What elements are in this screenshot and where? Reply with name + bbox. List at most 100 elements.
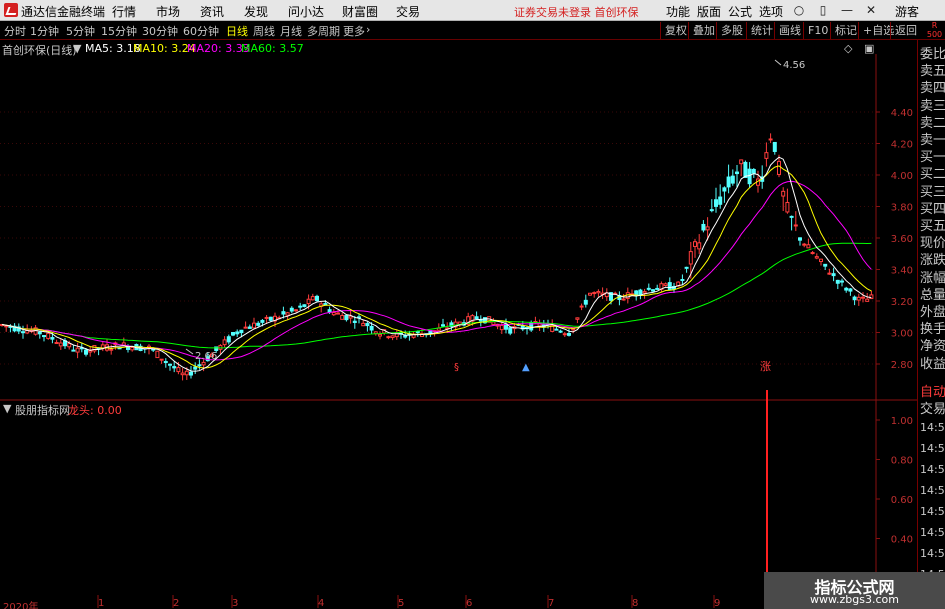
candle-body: [193, 366, 198, 370]
side-lower-item[interactable]: 自动: [920, 384, 945, 401]
kline-chart[interactable]: 4.56 2.66 4.40 4.20 4.00 3.80 3.60 3.40 3.20 3.…: [0, 40, 917, 608]
x-label-9: 9: [714, 598, 721, 609]
price-tick-label: 3.00: [891, 329, 913, 340]
candle-body: [831, 273, 836, 277]
mark-button[interactable]: 标记: [830, 22, 861, 39]
mobile-icon[interactable]: ▯: [814, 2, 832, 18]
multi-stock-button[interactable]: 多股: [716, 22, 747, 39]
tab-more[interactable]: 更多: [343, 23, 365, 39]
candle-body: [260, 319, 265, 323]
side-item: 买五: [920, 219, 945, 234]
candle-body: [50, 337, 55, 340]
side-item: 换手: [920, 322, 945, 338]
price-axis: 4.40 4.20 4.00 3.80 3.60 3.40 3.20 3.00 2.80: [876, 108, 913, 371]
chevron-right-icon[interactable]: ›: [366, 23, 370, 36]
candle-body: [348, 315, 353, 319]
order-book-panel: 委比 卖五 卖四 卖三 卖二 卖一 买一 买二 买三 买四 买五 现价 涨跌 涨幅 总量 外盘 换手 净资 收益 自动…: [917, 40, 945, 605]
indicator-value: 龙头: 0.00: [68, 404, 122, 417]
candle-body: [155, 350, 160, 359]
candle-body: [852, 296, 857, 301]
candle-body: [239, 329, 244, 334]
candle-body: [693, 241, 697, 247]
high-pointer: [774, 59, 782, 66]
indicator-tick-label: 0.40: [891, 535, 913, 546]
menu-options[interactable]: 选项: [759, 3, 783, 20]
menu-trade[interactable]: 交易: [396, 3, 420, 20]
candle-body: [730, 175, 735, 184]
candle-body: [844, 287, 849, 291]
tab-intraday[interactable]: 分时: [4, 23, 26, 39]
tick-time: 14:56: [920, 442, 945, 455]
signal-marker-1: §: [454, 362, 459, 373]
tab-daily[interactable]: 日线: [226, 23, 248, 39]
tab-weekly[interactable]: 周线: [253, 23, 275, 39]
candle-body: [331, 311, 336, 316]
overlay-button[interactable]: 叠加: [688, 22, 719, 39]
candle-body: [562, 333, 567, 336]
indicator-tick-label: 1.00: [891, 416, 913, 427]
r-badge[interactable]: R 500: [924, 21, 945, 40]
menu-news[interactable]: 资讯: [200, 3, 224, 20]
menu-formula[interactable]: 公式: [728, 3, 752, 20]
candle-body: [735, 171, 739, 175]
headset-icon[interactable]: ○: [790, 2, 808, 18]
tab-5min[interactable]: 5分钟: [66, 23, 95, 39]
tab-multi-period[interactable]: 多周期: [307, 23, 340, 39]
rise-marker: 涨: [760, 360, 771, 373]
candle-body: [718, 196, 723, 205]
ma5-line: [1, 156, 872, 372]
candle-body: [697, 242, 702, 250]
signal-marker-2: ▲: [522, 362, 530, 373]
guest-label[interactable]: 游客: [895, 3, 919, 20]
candle-body: [848, 288, 853, 292]
candle-body: [289, 307, 294, 312]
candle-body: [163, 361, 168, 364]
tab-30min[interactable]: 30分钟: [142, 23, 178, 39]
indicator-collapse-icon[interactable]: ▼: [3, 402, 11, 415]
indicator-name[interactable]: 股朋指标网: [15, 402, 70, 418]
side-lower-item[interactable]: 交易: [920, 401, 945, 418]
back-button[interactable]: 返回: [890, 22, 921, 39]
candle-body: [655, 287, 660, 290]
x-label-1: 1: [98, 598, 105, 609]
candle-body: [54, 342, 59, 345]
side-item: 收益: [920, 356, 945, 372]
candle-body: [130, 347, 135, 351]
tab-monthly[interactable]: 月线: [280, 23, 302, 39]
candle-body: [508, 327, 513, 334]
candle-body: [344, 315, 349, 321]
menu-layout[interactable]: 版面: [697, 3, 721, 20]
indicator-tick-label: 0.80: [891, 456, 913, 467]
candle-body: [46, 332, 51, 339]
draw-line-button[interactable]: 画线: [774, 22, 805, 39]
adjust-button[interactable]: 复权: [660, 22, 691, 39]
tab-1min[interactable]: 1分钟: [30, 23, 59, 39]
candle-body: [768, 138, 773, 141]
candle-body: [394, 332, 399, 338]
close-icon[interactable]: ✕: [862, 2, 880, 18]
side-item: 净资: [920, 339, 945, 355]
tick-time: 14:56: [920, 484, 945, 497]
menu-wealth[interactable]: 财富圈: [342, 3, 378, 20]
menu-discover[interactable]: 发现: [244, 3, 268, 20]
menu-quotes[interactable]: 行情: [112, 3, 136, 20]
menu-function[interactable]: 功能: [666, 3, 690, 20]
low-pointer: [185, 348, 194, 355]
candle-body: [579, 305, 584, 308]
candle-body: [793, 224, 798, 227]
tab-60min[interactable]: 60分钟: [183, 23, 219, 39]
login-status[interactable]: 证券交易未登录 首创环保: [514, 4, 639, 20]
candle-body: [231, 331, 235, 336]
price-tick-label: 3.60: [891, 234, 913, 245]
minimize-icon[interactable]: —: [838, 2, 856, 18]
candle-body: [743, 161, 748, 178]
menu-assistant[interactable]: 问小达: [288, 3, 324, 20]
ma10-line: [1, 165, 872, 369]
f10-button[interactable]: F10: [803, 22, 832, 39]
tab-15min[interactable]: 15分钟: [101, 23, 137, 39]
statistics-button[interactable]: 统计: [746, 22, 777, 39]
candle-body: [21, 331, 25, 334]
menu-market[interactable]: 市场: [156, 3, 180, 20]
candle-body: [159, 358, 164, 361]
candle-body: [840, 280, 844, 283]
